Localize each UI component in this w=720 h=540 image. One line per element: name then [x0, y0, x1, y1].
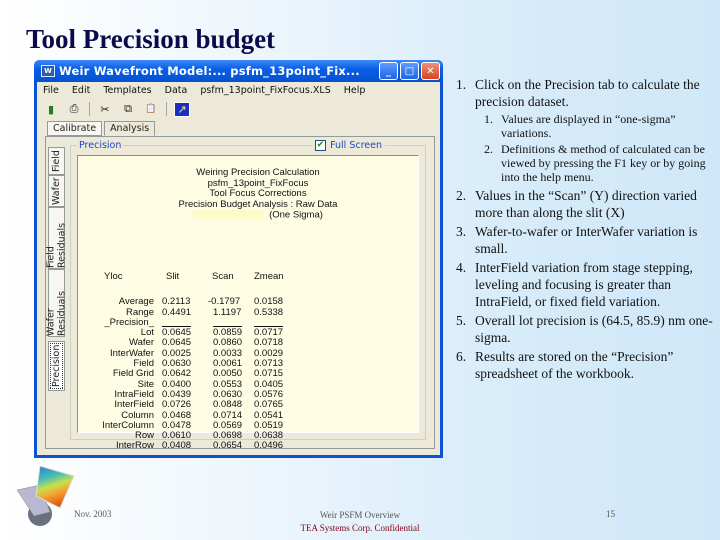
analysis-page: Field Wafer Field Residuals Wafer Residu… — [45, 136, 435, 451]
tab-wafer[interactable]: Wafer — [48, 175, 65, 207]
tab-precision[interactable]: Precision — [48, 341, 65, 391]
footer-date: Nov. 2003 — [74, 509, 112, 519]
bullet-item: 3. Wafer-to-wafer or InterWafer variation… — [456, 223, 716, 257]
bullet-number: 5. — [456, 313, 467, 328]
bullet-number: 4. — [456, 260, 467, 275]
cell: 0.4491 — [162, 306, 192, 318]
heading-line: Precision Budget Analysis : Raw Data — [178, 198, 338, 210]
bullet-item: 5. Overall lot precision is (64.5, 85.9) … — [456, 312, 716, 346]
cell: 0.5338 — [254, 306, 284, 318]
full-screen-checkbox[interactable]: ✔ — [315, 140, 327, 151]
cell: 0.0496 — [254, 440, 284, 452]
menu-templates[interactable]: Templates — [103, 85, 151, 96]
toolbar-separator — [89, 102, 90, 116]
cell: 1.1197 — [213, 306, 242, 318]
column-header: Yloc — [104, 270, 123, 282]
cell: 0.0408 — [162, 440, 192, 452]
sigma-label: (One Sigma) — [269, 209, 323, 221]
column-header: Slit — [166, 270, 180, 282]
bullet-text: InterField variation from stage stepping… — [475, 260, 693, 309]
bullet-number: 3. — [456, 224, 467, 239]
precision-table: Yloc Slit Scan Zmean Average 0.2113 -0.1… — [78, 267, 296, 452]
bullet-item: 1. Click on the Precision tab to calculat… — [456, 76, 716, 184]
footer-page-number: 15 — [606, 509, 615, 519]
menu-help[interactable]: Help — [344, 85, 366, 96]
tab-analysis[interactable]: Analysis — [104, 121, 156, 136]
window-client: File Edit Templates Data psfm_13point_Fi… — [37, 82, 440, 455]
menu-bar: File Edit Templates Data psfm_13point_Fi… — [37, 82, 440, 99]
sub-bullet-list: 1. Values are displayed in “one-sigma” va… — [484, 112, 716, 184]
table-header-row: Yloc Slit Scan Zmean — [78, 267, 296, 287]
group-label: Precision — [77, 140, 124, 151]
minimize-button[interactable]: _ — [379, 62, 398, 80]
bullet-item: 2. Values in the “Scan” (Y) direction var… — [456, 187, 716, 221]
table-row: InterRow 0.0408 0.0654 0.0496 — [78, 440, 296, 452]
bullet-number: 1. — [484, 112, 493, 126]
cell: 0.0654 — [213, 440, 243, 452]
column-header: Zmean — [254, 270, 284, 282]
menu-edit[interactable]: Edit — [72, 85, 90, 96]
print-icon[interactable]: ⎙ — [66, 102, 82, 117]
bullet-list: 1. Click on the Precision tab to calculat… — [456, 76, 716, 384]
footer-title: Weir PSFM Overview — [319, 510, 401, 520]
bullet-text: Click on the Precision tab to calculate … — [475, 77, 700, 109]
menu-workbook[interactable]: psfm_13point_FixFocus.XLS — [200, 85, 330, 96]
report-heading: Weiring Precision Calculation psfm_13poi… — [78, 167, 418, 221]
highlight-cell — [193, 210, 264, 220]
run-arrow-icon[interactable]: ↗ — [174, 101, 190, 117]
bullet-text: Wafer-to-wafer or InterWafer variation i… — [475, 224, 698, 256]
row-label: InterRow — [115, 440, 154, 452]
precision-group: Precision ✔ Full Screen Weiring Precisio… — [70, 140, 426, 451]
paste-icon[interactable]: 📋 — [143, 102, 159, 117]
maximize-button[interactable]: □ — [400, 62, 419, 80]
cut-icon[interactable]: ✂ — [97, 102, 113, 117]
app-window: W Weir Wavefront Model:... psfm_13point_… — [34, 60, 443, 458]
bullet-item: 6. Results are stored on the “Precision” … — [456, 348, 716, 382]
bullet-text: Definitions & method of calculated can b… — [501, 142, 706, 184]
open-book-icon[interactable]: ▮ — [43, 102, 59, 117]
toolbar-separator — [166, 102, 167, 116]
heading-line: Tool Focus Corrections — [209, 188, 307, 199]
tab-wafer-residuals[interactable]: Wafer Residuals — [46, 269, 68, 337]
column-header: Scan — [212, 270, 234, 282]
copy-icon[interactable]: ⧉ — [120, 102, 136, 117]
bullet-text: Results are stored on the “Precision” sp… — [475, 349, 674, 381]
bullet-text: Values in the “Scan” (Y) direction varie… — [475, 188, 697, 220]
bullet-text: Values are displayed in “one-sigma” vari… — [501, 112, 676, 140]
footer-center: Weir PSFM Overview TEA Systems Corp. Con… — [260, 509, 460, 535]
slide-title: Tool Precision budget — [26, 24, 276, 54]
heading-line: (One Sigma) — [98, 210, 418, 221]
wavefront-logo-icon — [16, 465, 75, 526]
app-icon: W — [41, 65, 55, 77]
bullet-text: Overall lot precision is (64.5, 85.9) nm… — [475, 313, 713, 345]
toolbar: ▮ ⎙ ✂ ⧉ 📋 ↗ — [37, 99, 440, 119]
full-screen-label: Full Screen — [330, 140, 382, 151]
title-bar[interactable]: W Weir Wavefront Model:... psfm_13point_… — [34, 60, 443, 82]
menu-file[interactable]: File — [43, 85, 59, 96]
full-screen-toggle[interactable]: ✔ Full Screen — [312, 140, 385, 151]
top-tabs: Calibrate Analysis — [47, 121, 156, 136]
window-title: Weir Wavefront Model:... psfm_13point_Fi… — [59, 64, 360, 78]
bullet-number: 2. — [456, 188, 467, 203]
precision-output-panel: Weiring Precision Calculation psfm_13poi… — [77, 155, 419, 451]
bullet-number: 6. — [456, 349, 467, 364]
side-tabs: Field Wafer Field Residuals Wafer Residu… — [46, 147, 68, 391]
tab-calibrate[interactable]: Calibrate — [47, 121, 103, 136]
bullet-number: 2. — [484, 142, 493, 156]
bullet-number: 1. — [456, 77, 467, 92]
menu-data[interactable]: Data — [165, 85, 188, 96]
close-button[interactable]: ✕ — [421, 62, 440, 80]
heading-line: Weiring Precision Calculation — [196, 167, 320, 178]
footer-confidential: TEA Systems Corp. Confidential — [300, 523, 420, 533]
tab-field[interactable]: Field — [48, 147, 65, 175]
bullet-item: 4. InterField variation from stage steppi… — [456, 259, 716, 310]
tab-field-residuals[interactable]: Field Residuals — [46, 207, 68, 269]
